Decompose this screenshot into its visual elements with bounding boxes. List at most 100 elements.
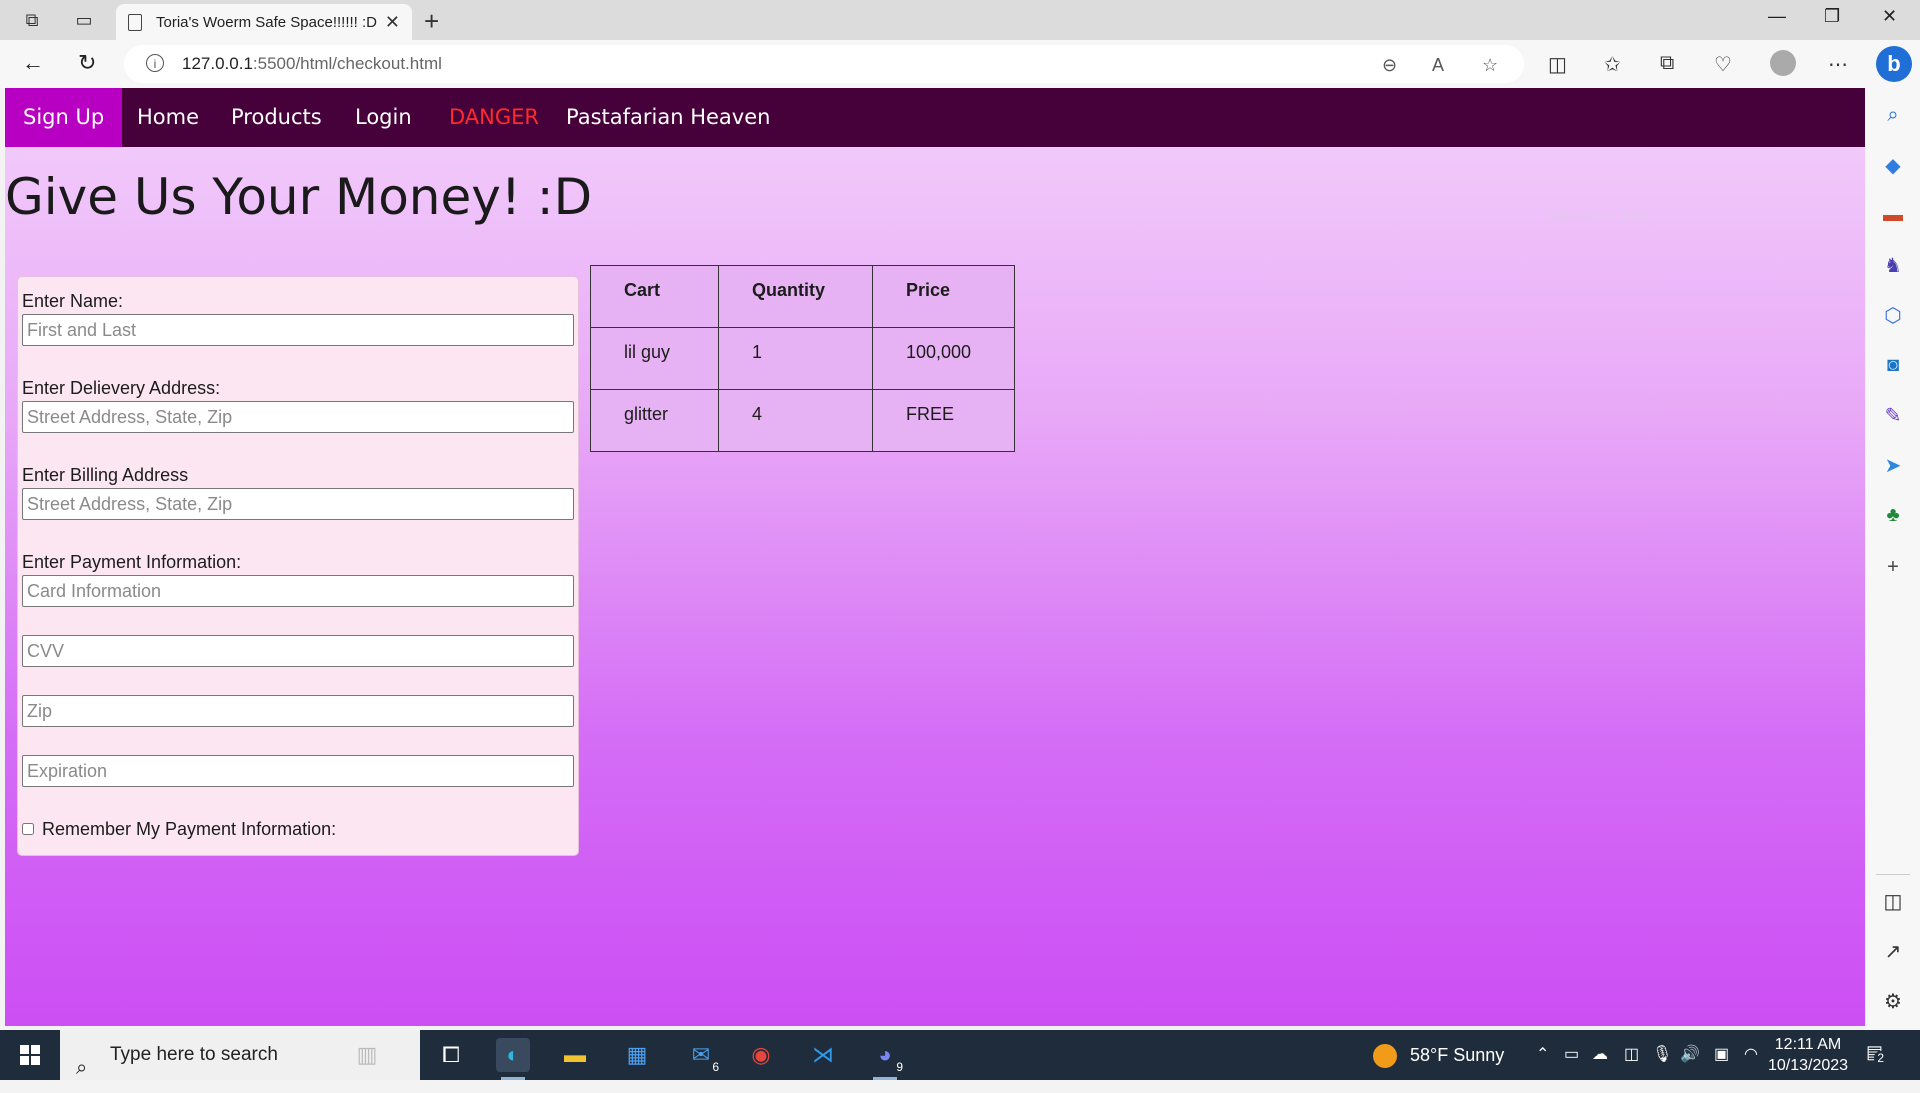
windows-start-icon[interactable]	[20, 1045, 40, 1065]
wifi-icon[interactable]: ◠	[1744, 1044, 1758, 1064]
payment-label: Enter Payment Information:	[22, 552, 242, 572]
volume-icon[interactable]: 🔊	[1680, 1044, 1700, 1064]
hide-sidebar-icon[interactable]: ◫	[1880, 888, 1906, 914]
taskbar-search-placeholder: Type here to search	[110, 1044, 278, 1065]
tree-icon[interactable]: ♣	[1880, 502, 1906, 528]
browser-tab-active[interactable]: Toria's Woerm Safe Space!!!!!! :D ✕	[116, 4, 412, 40]
meet-now-icon[interactable]: ◫	[1624, 1044, 1639, 1064]
page-viewport: Sign Up Home Products Login DANGER Pasta…	[5, 88, 1865, 1026]
microsoft-store-icon[interactable]: ▦	[620, 1038, 654, 1072]
remember-payment-checkbox[interactable]	[22, 823, 34, 835]
tools-icon[interactable]: ▬	[1880, 202, 1906, 228]
edge-browser-icon[interactable]: ◐	[496, 1038, 530, 1072]
games-icon[interactable]: ♞	[1880, 252, 1906, 278]
camera-icon[interactable]: ▣	[1714, 1044, 1729, 1064]
nav-pastafarian-heaven[interactable]: Pastafarian Heaven	[548, 88, 788, 147]
vscode-icon[interactable]: ⋊	[806, 1038, 840, 1072]
browser-essentials-icon[interactable]: ♡	[1714, 52, 1732, 77]
microsoft365-icon[interactable]: ⬡	[1880, 302, 1906, 328]
file-explorer-icon[interactable]: ▬	[558, 1038, 592, 1072]
more-options-icon[interactable]: ⋯	[1828, 52, 1848, 77]
shopping-tag-icon[interactable]: ◆	[1880, 152, 1906, 178]
expiration-input[interactable]	[22, 755, 574, 787]
browser-tab-bar: ⧉ ▭ Toria's Woerm Safe Space!!!!!! :D ✕ …	[0, 0, 1920, 40]
nav-home[interactable]: Home	[119, 88, 217, 147]
cart-header-price: Price	[872, 265, 1015, 328]
cvv-input[interactable]	[22, 635, 574, 667]
favorite-star-icon[interactable]: ☆	[1482, 55, 1498, 76]
notification-center-icon[interactable]: ▤ 2	[1866, 1042, 1888, 1065]
search-icon[interactable]: ⌕	[1880, 102, 1906, 128]
microphone-icon[interactable]: 🎙	[1652, 1044, 1672, 1064]
open-external-icon[interactable]: ↗	[1880, 938, 1906, 964]
site-info-icon[interactable]: i	[146, 54, 164, 72]
task-view-icon[interactable]: ⧠	[434, 1038, 468, 1072]
read-aloud-icon[interactable]: A	[1432, 55, 1444, 76]
zip-input[interactable]	[22, 695, 574, 727]
add-icon[interactable]: +	[1880, 554, 1906, 580]
weather-text[interactable]: 58°F Sunny	[1410, 1030, 1504, 1080]
nav-login[interactable]: Login	[337, 88, 430, 147]
tab-actions-icon[interactable]: ▭	[72, 8, 96, 32]
minimize-icon[interactable]: —	[1768, 6, 1786, 27]
name-input[interactable]	[22, 314, 574, 346]
nav-products[interactable]: Products	[213, 88, 340, 147]
cart-item-quantity: 4	[718, 389, 873, 452]
zoom-icon[interactable]: ⊖	[1382, 55, 1397, 76]
split-screen-icon[interactable]: ◫	[1548, 52, 1567, 77]
refresh-icon[interactable]: ↻	[78, 50, 96, 76]
cart-header-row: Cart Quantity Price	[590, 265, 1015, 328]
city-skyline-icon[interactable]: ▥	[350, 1038, 384, 1072]
table-row: glitter 4 FREE	[590, 389, 1015, 452]
new-tab-icon[interactable]: +	[424, 6, 439, 37]
collections-icon[interactable]: ⧉	[1660, 52, 1674, 75]
billing-address-label: Enter Billing Address	[22, 465, 189, 485]
mail-icon[interactable]: ✉ 6	[684, 1038, 722, 1074]
outlook-icon[interactable]: ◙	[1880, 352, 1906, 378]
delivery-address-input[interactable]	[22, 401, 574, 433]
url-path: :5500/html/checkout.html	[252, 54, 442, 73]
notification-badge: 2	[1874, 1051, 1888, 1065]
onedrive-cloud-icon[interactable]: ☁	[1592, 1044, 1608, 1064]
show-hidden-icons-icon[interactable]: ⌃	[1536, 1044, 1549, 1064]
close-tab-icon[interactable]: ✕	[385, 12, 400, 33]
bing-copilot-icon[interactable]: b	[1876, 46, 1912, 82]
delivery-address-label: Enter Delievery Address:	[22, 378, 221, 398]
close-window-icon[interactable]: ✕	[1882, 6, 1897, 27]
cart-item-price: 100,000	[872, 327, 1015, 390]
url-input[interactable]: i 127.0.0.1:5500/html/checkout.html ⊖ A …	[124, 45, 1524, 83]
cart-table: Cart Quantity Price lil guy 1 100,000 gl…	[590, 265, 1015, 452]
designer-icon[interactable]: ✎	[1880, 402, 1906, 428]
chrome-icon[interactable]: ◉	[744, 1038, 778, 1072]
restore-icon[interactable]: ❐	[1824, 6, 1840, 27]
back-icon[interactable]: ←	[22, 50, 44, 76]
card-information-input[interactable]	[22, 575, 574, 607]
battery-icon[interactable]: ▭	[1564, 1044, 1579, 1064]
favorites-icon[interactable]: ✩	[1604, 52, 1621, 77]
snip-overlay-label: Full-screen Snip	[1545, 209, 1649, 224]
settings-gear-icon[interactable]: ⚙	[1880, 988, 1906, 1014]
clock-time: 12:11 AM	[1774, 1036, 1842, 1053]
site-navbar: Sign Up Home Products Login DANGER Pasta…	[5, 88, 1865, 147]
name-label: Enter Name:	[22, 291, 124, 311]
cart-item-price: FREE	[872, 389, 1015, 452]
edge-sidebar: ⌕ ◆ ▬ ♞ ⬡ ◙ ✎ ➤ ♣ + ◫ ↗ ⚙	[1866, 88, 1920, 1030]
nav-sign-up[interactable]: Sign Up	[5, 88, 123, 147]
workspaces-icon[interactable]: ⧉	[20, 8, 44, 32]
billing-address-input[interactable]	[22, 488, 574, 520]
cart-item-quantity: 1	[718, 327, 873, 390]
profile-avatar[interactable]	[1770, 50, 1796, 76]
tab-title: Toria's Woerm Safe Space!!!!!! :D	[156, 13, 378, 31]
cart-header-cart: Cart	[590, 265, 719, 328]
clock-date: 10/13/2023	[1768, 1057, 1849, 1074]
checkout-form: Enter Name: Enter Delievery Address: Ent…	[17, 276, 579, 856]
taskbar-clock[interactable]: 12:11 AM 10/13/2023	[1768, 1034, 1848, 1076]
send-icon[interactable]: ➤	[1880, 452, 1906, 478]
cart-item-name: glitter	[590, 389, 719, 452]
nav-danger[interactable]: DANGER	[431, 88, 557, 147]
page-icon	[128, 13, 142, 31]
discord-icon[interactable]: ◕ 9	[868, 1038, 906, 1074]
mail-badge: 6	[709, 1060, 722, 1074]
cart-header-quantity: Quantity	[718, 265, 873, 328]
remember-payment-label: Remember My Payment Information:	[42, 819, 337, 839]
